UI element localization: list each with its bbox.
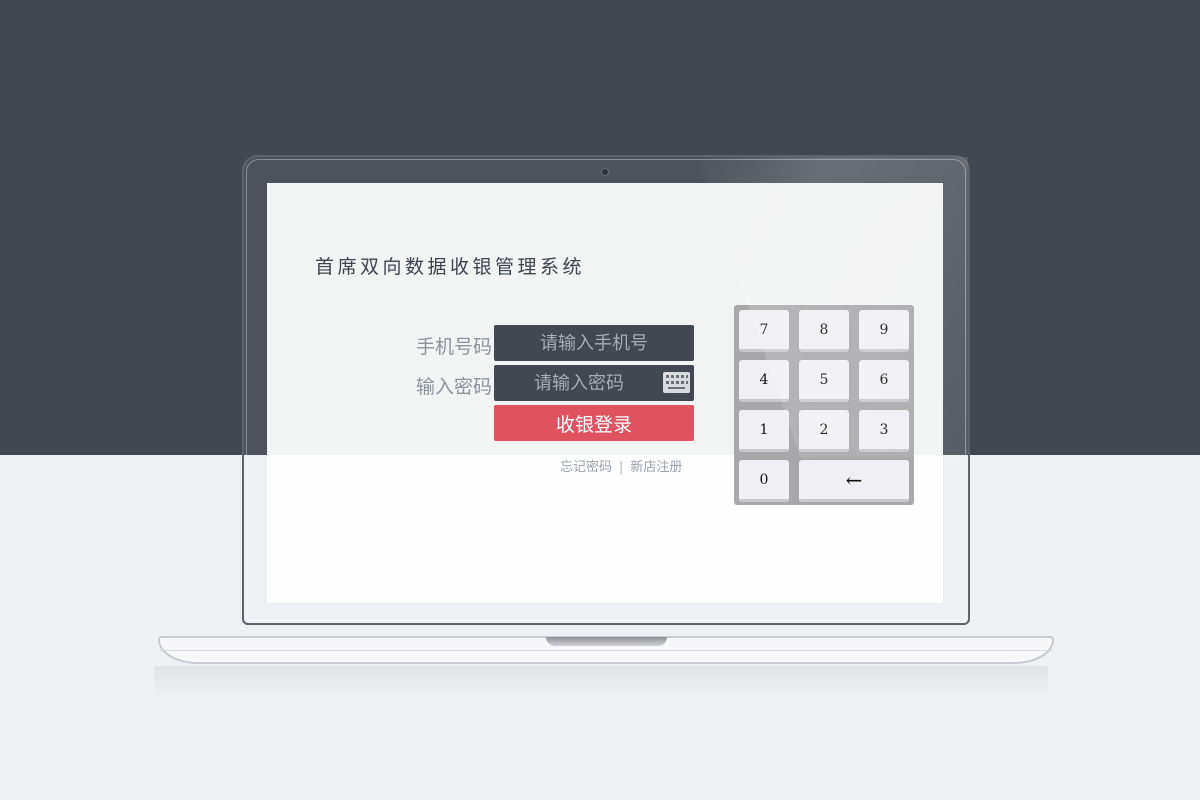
password-field: [494, 365, 694, 401]
numeric-keypad: 7 8 9 4 5 6 1 2 3 0 ←: [734, 305, 914, 505]
login-button[interactable]: 收银登录: [494, 405, 694, 441]
phone-field: [494, 325, 694, 361]
key-1[interactable]: 1: [739, 410, 789, 452]
key-2[interactable]: 2: [799, 410, 849, 452]
auth-links: 忘记密码 | 新店注册: [560, 456, 682, 475]
camera-icon: [601, 168, 609, 176]
backspace-key[interactable]: ←: [799, 460, 909, 502]
laptop-base-line: [160, 650, 1052, 651]
key-0[interactable]: 0: [739, 460, 789, 502]
key-6[interactable]: 6: [859, 360, 909, 402]
app-title: 首席双向数据收银管理系统: [315, 256, 586, 278]
key-5[interactable]: 5: [799, 360, 849, 402]
laptop-base-shadow: [154, 666, 1048, 696]
laptop-notch: [546, 637, 667, 646]
keyboard-icon[interactable]: [663, 372, 690, 393]
password-input[interactable]: [494, 365, 664, 401]
forgot-password-link[interactable]: 忘记密码: [560, 460, 612, 475]
phone-input[interactable]: [494, 325, 694, 361]
key-3[interactable]: 3: [859, 410, 909, 452]
key-7[interactable]: 7: [739, 310, 789, 352]
key-4[interactable]: 4: [739, 360, 789, 402]
key-9[interactable]: 9: [859, 310, 909, 352]
password-label: 输入密码: [415, 376, 492, 398]
register-link[interactable]: 新店注册: [630, 460, 682, 475]
key-8[interactable]: 8: [799, 310, 849, 352]
link-separator: |: [619, 460, 624, 475]
phone-label: 手机号码: [415, 336, 492, 358]
